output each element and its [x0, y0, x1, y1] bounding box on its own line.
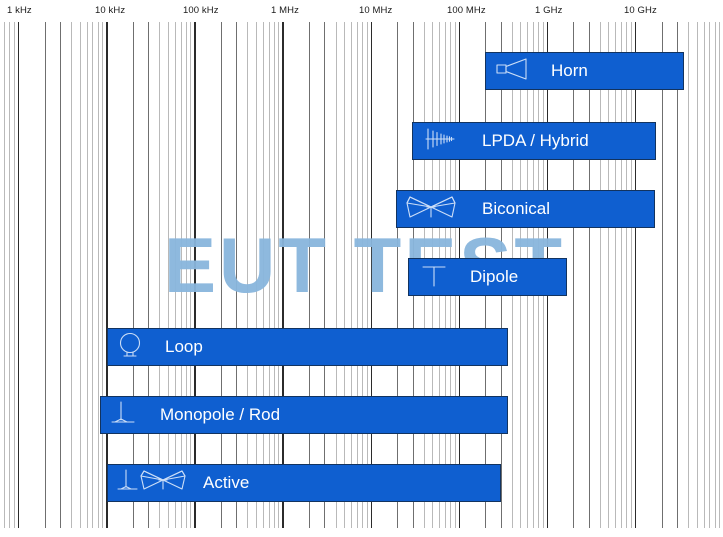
grid-minor-line	[599, 22, 601, 528]
grid-minor-line	[719, 22, 721, 528]
antenna-bar-label: LPDA / Hybrid	[482, 131, 589, 150]
axis-tick-label: 100 kHz	[183, 5, 219, 16]
grid-minor-line	[608, 22, 610, 528]
antenna-bar-lpda-hybrid[interactable]: LPDA / Hybrid	[412, 122, 656, 160]
grid-minor-line	[573, 22, 575, 528]
grid-minor-line	[714, 22, 716, 528]
axis-tick-label: 1 kHz	[7, 5, 32, 16]
grid-minor-line	[615, 22, 617, 528]
grid-minor-line	[703, 22, 705, 528]
antenna-bar-loop[interactable]: Loop	[107, 328, 508, 366]
antenna-bar-horn[interactable]: Horn	[485, 52, 684, 90]
log-periodic-antenna-icon	[424, 127, 456, 156]
grid-minor-line	[709, 22, 711, 528]
antenna-bar-label: Horn	[551, 61, 588, 80]
grid-decade-line	[106, 22, 108, 528]
grid-minor-line	[148, 22, 150, 528]
antenna-bar-label: Loop	[165, 337, 203, 356]
antenna-bar-active[interactable]: Active	[107, 464, 501, 502]
horn-antenna-icon	[495, 57, 531, 86]
antenna-bar-biconical[interactable]: Biconical	[396, 190, 655, 228]
grid-minor-line	[13, 22, 15, 528]
grid-minor-line	[102, 22, 104, 528]
grid-minor-line	[92, 22, 94, 528]
grid-minor-line	[588, 22, 590, 528]
active-antenna-icon	[117, 468, 189, 499]
grid-minor-line	[696, 22, 698, 528]
grid-minor-line	[621, 22, 623, 528]
grid-minor-line	[626, 22, 628, 528]
axis-tick-label: 1 MHz	[271, 5, 299, 16]
antenna-bar-label: Active	[203, 473, 250, 492]
biconical-antenna-icon	[406, 194, 456, 225]
antenna-bar-label: Monopole / Rod	[160, 405, 281, 424]
grid-minor-line	[86, 22, 88, 528]
grid-minor-line	[132, 22, 134, 528]
grid-minor-line	[79, 22, 81, 528]
grid-minor-line	[677, 22, 679, 528]
antenna-bar-dipole[interactable]: Dipole	[408, 258, 567, 296]
grid-decade-line	[18, 22, 20, 528]
grid-minor-line	[97, 22, 99, 528]
axis-tick-label: 10 GHz	[624, 5, 657, 16]
antenna-bar-monopole-rod[interactable]: Monopole / Rod	[100, 396, 508, 434]
axis-tick-label: 10 kHz	[95, 5, 126, 16]
grid-minor-line	[9, 22, 11, 528]
grid-minor-line	[4, 22, 6, 528]
grid-decade-line	[635, 22, 637, 528]
grid-minor-line	[661, 22, 663, 528]
antenna-bar-label: Dipole	[470, 267, 519, 286]
axis-tick-label: 10 MHz	[359, 5, 393, 16]
monopole-rod-antenna-icon	[110, 400, 138, 431]
grid-minor-line	[688, 22, 690, 528]
antenna-frequency-coverage-chart: 1 kHz 10 kHz 100 kHz 1 MHz 10 MHz 100 MHz 1 GH…	[0, 0, 723, 537]
antenna-bar-label: Biconical	[482, 199, 551, 218]
axis-tick-label: 1 GHz	[535, 5, 563, 16]
grid-minor-line	[159, 22, 161, 528]
grid-minor-line	[44, 22, 46, 528]
axis-tick-label: 100 MHz	[447, 5, 486, 16]
grid-minor-line	[630, 22, 632, 528]
dipole-antenna-icon	[420, 262, 448, 293]
loop-antenna-icon	[117, 331, 143, 364]
grid-minor-line	[71, 22, 73, 528]
grid-minor-line	[60, 22, 62, 528]
